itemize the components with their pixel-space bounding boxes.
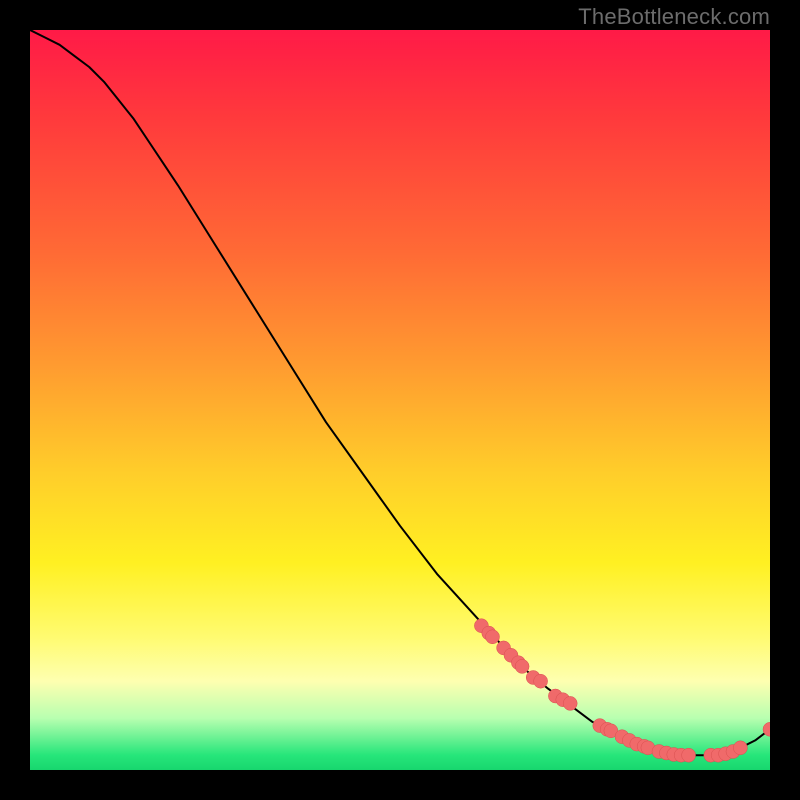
data-point xyxy=(486,630,500,644)
chart-svg xyxy=(30,30,770,770)
plot-area xyxy=(30,30,770,770)
data-point xyxy=(682,748,696,762)
data-point xyxy=(515,659,529,673)
data-point xyxy=(534,674,548,688)
curve-line xyxy=(30,30,770,755)
chart-frame: TheBottleneck.com xyxy=(0,0,800,800)
data-point xyxy=(563,696,577,710)
data-point xyxy=(733,741,747,755)
watermark-text: TheBottleneck.com xyxy=(578,4,770,30)
